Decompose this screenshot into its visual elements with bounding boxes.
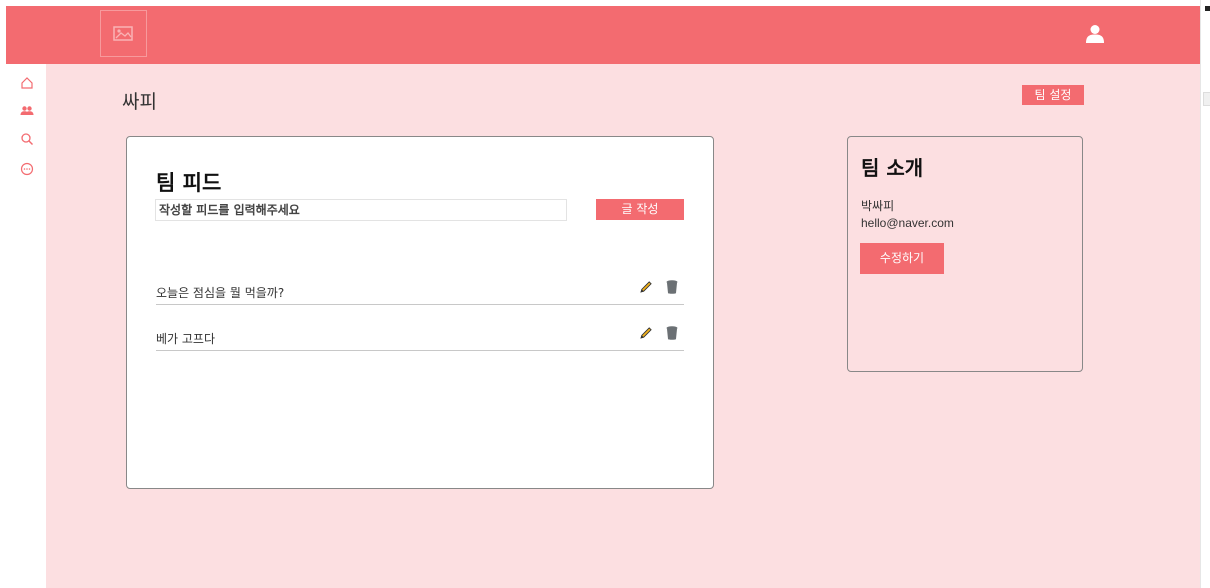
feed-item-text: 오늘은 점심을 뭘 먹을까?: [156, 286, 285, 300]
team-settings-button[interactable]: 팀 설정: [1022, 85, 1084, 105]
write-post-button[interactable]: 글 작성: [596, 199, 684, 220]
home-icon[interactable]: [20, 76, 34, 90]
window-edge: [1200, 0, 1210, 588]
image-icon: [112, 25, 133, 41]
edit-intro-button[interactable]: 수정하기: [860, 243, 944, 274]
page-title: 싸피: [122, 91, 157, 113]
app-window: 싸피 팀 설정 팀 피드 글 작성 오늘은 점심을 뭘 먹을까? 베가 고프다: [0, 0, 1210, 588]
feed-title: 팀 피드: [156, 171, 222, 195]
pencil-icon[interactable]: [638, 279, 654, 295]
trash-icon[interactable]: [665, 325, 679, 341]
feed-item: 베가 고프다: [156, 325, 684, 351]
trash-icon[interactable]: [665, 279, 679, 295]
user-icon[interactable]: [1086, 24, 1104, 44]
feed-item-text: 베가 고프다: [156, 332, 216, 346]
edge-marker: [1205, 6, 1210, 11]
intro-email: hello@naver.com: [861, 216, 954, 230]
logo[interactable]: [100, 10, 147, 57]
users-icon[interactable]: [20, 104, 34, 118]
pencil-icon[interactable]: [638, 325, 654, 341]
feed-item: 오늘은 점심을 뭘 먹을까?: [156, 279, 684, 305]
sidebar: [6, 64, 46, 588]
header: [6, 6, 1200, 64]
team-intro-card: 팀 소개 박싸피 hello@naver.com 수정하기: [847, 136, 1083, 372]
feed-input[interactable]: [155, 199, 567, 221]
intro-name: 박싸피: [861, 199, 895, 213]
chat-icon[interactable]: [20, 162, 34, 176]
search-icon[interactable]: [20, 132, 34, 146]
scrollbar[interactable]: [1203, 92, 1210, 106]
intro-title: 팀 소개: [861, 156, 924, 180]
team-feed-card: 팀 피드 글 작성 오늘은 점심을 뭘 먹을까? 베가 고프다: [126, 136, 714, 489]
